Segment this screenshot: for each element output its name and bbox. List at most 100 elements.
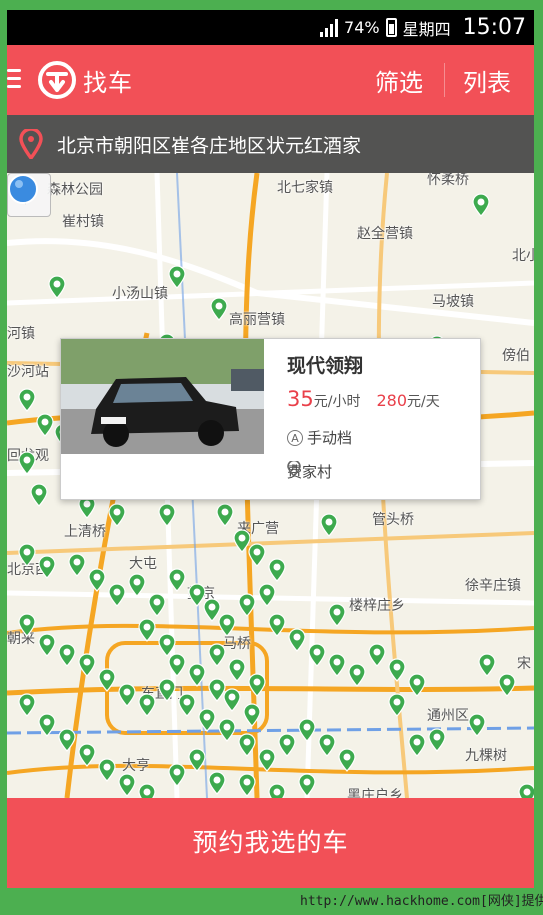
car-marker-icon[interactable] (407, 673, 427, 697)
car-marker-icon[interactable] (107, 583, 127, 607)
map-place-label: 怀柔桥 (427, 173, 469, 188)
car-marker-icon[interactable] (47, 275, 67, 299)
car-marker-icon[interactable] (327, 603, 347, 627)
car-marker-icon[interactable] (257, 748, 277, 772)
car-marker-icon[interactable] (117, 773, 137, 797)
car-marker-icon[interactable] (167, 653, 187, 677)
car-marker-icon[interactable] (207, 643, 227, 667)
map-place-label: 傍伯 (502, 348, 530, 364)
car-marker-icon[interactable] (387, 658, 407, 682)
map-place-label: 马坡镇 (432, 294, 474, 310)
current-location-marker (8, 174, 38, 204)
car-marker-icon[interactable] (157, 503, 177, 527)
car-marker-icon[interactable] (287, 628, 307, 652)
map-place-label: 森林公园 (47, 182, 103, 198)
address-bar[interactable]: 北京市朝阳区崔各庄地区状元红酒家 (7, 115, 534, 173)
car-marker-icon[interactable] (307, 643, 327, 667)
car-marker-icon[interactable] (222, 688, 242, 712)
car-marker-icon[interactable] (207, 771, 227, 795)
car-marker-icon[interactable] (317, 733, 337, 757)
car-marker-icon[interactable] (97, 758, 117, 782)
car-marker-icon[interactable] (77, 653, 97, 677)
car-marker-icon[interactable] (57, 643, 77, 667)
car-marker-icon[interactable] (347, 663, 367, 687)
menu-icon[interactable] (7, 69, 21, 89)
battery-icon (385, 18, 397, 37)
map-view[interactable]: 森林公园 怀柔桥 北七家镇 崔村镇 赵全营镇 北小 小汤山镇 马坡镇 高丽营镇 … (7, 173, 534, 798)
app-logo-icon (38, 61, 76, 99)
car-marker-icon[interactable] (35, 413, 55, 437)
car-marker-icon[interactable] (297, 773, 317, 797)
map-pin-icon (19, 129, 43, 159)
car-marker-icon[interactable] (237, 593, 257, 617)
car-marker-icon[interactable] (107, 503, 127, 527)
car-marker-icon[interactable] (247, 673, 267, 697)
car-marker-icon[interactable] (327, 653, 347, 677)
car-marker-icon[interactable] (17, 388, 37, 412)
car-marker-icon[interactable] (17, 543, 37, 567)
car-marker-icon[interactable] (242, 703, 262, 727)
car-marker-icon[interactable] (37, 633, 57, 657)
car-marker-icon[interactable] (319, 513, 339, 537)
list-button[interactable]: 列表 (463, 63, 511, 98)
car-marker-icon[interactable] (209, 297, 229, 321)
car-marker-icon[interactable] (87, 568, 107, 592)
car-marker-icon[interactable] (57, 728, 77, 752)
car-marker-icon[interactable] (197, 708, 217, 732)
car-marker-icon[interactable] (17, 693, 37, 717)
car-marker-icon[interactable] (147, 593, 167, 617)
car-marker-icon[interactable] (137, 783, 157, 798)
filter-button[interactable]: 筛选 (375, 63, 423, 98)
car-marker-icon[interactable] (497, 673, 517, 697)
car-marker-icon[interactable] (137, 693, 157, 717)
phone-screen: 74% 星期四 15:07 找车 筛选 列表 森林公园 怀柔桥 北七家镇 崔村镇… (7, 10, 534, 888)
car-marker-icon[interactable] (387, 693, 407, 717)
car-marker-icon[interactable] (407, 733, 427, 757)
car-marker-icon[interactable] (367, 643, 387, 667)
hourly-price: 35 (287, 387, 314, 411)
car-marker-icon[interactable] (17, 451, 37, 475)
book-selected-car-button[interactable]: 预约我选的车 (7, 798, 534, 888)
car-marker-icon[interactable] (217, 613, 237, 637)
car-marker-icon[interactable] (471, 193, 491, 217)
map-place-label: 九棵树 (465, 748, 507, 764)
car-marker-icon[interactable] (167, 763, 187, 787)
car-marker-icon[interactable] (517, 783, 534, 798)
car-marker-icon[interactable] (267, 558, 287, 582)
appbar-divider (444, 63, 445, 97)
car-marker-icon[interactable] (177, 693, 197, 717)
car-marker-icon[interactable] (237, 773, 257, 797)
car-marker-icon[interactable] (97, 668, 117, 692)
car-marker-icon[interactable] (237, 733, 257, 757)
car-marker-icon[interactable] (227, 658, 247, 682)
car-marker-icon[interactable] (37, 713, 57, 737)
car-marker-icon[interactable] (187, 748, 207, 772)
car-marker-icon[interactable] (187, 663, 207, 687)
car-marker-icon[interactable] (137, 618, 157, 642)
car-marker-icon[interactable] (29, 483, 49, 507)
car-marker-icon[interactable] (337, 748, 357, 772)
car-marker-icon[interactable] (427, 728, 447, 752)
car-marker-icon[interactable] (277, 733, 297, 757)
car-marker-icon[interactable] (247, 543, 267, 567)
car-marker-icon[interactable] (297, 718, 317, 742)
car-marker-icon[interactable] (477, 653, 497, 677)
car-info-popup[interactable]: 现代领翔 35元/小时 280元/天 A 手动档 费家村 (60, 338, 481, 500)
car-marker-icon[interactable] (167, 265, 187, 289)
price-row: 35元/小时 280元/天 (287, 387, 440, 411)
map-place-label: 楼梓庄乡 (349, 598, 405, 614)
car-marker-icon[interactable] (37, 555, 57, 579)
car-marker-icon[interactable] (267, 783, 287, 798)
car-marker-icon[interactable] (17, 613, 37, 637)
car-marker-icon[interactable] (77, 743, 97, 767)
car-marker-icon[interactable] (117, 683, 137, 707)
car-marker-icon[interactable] (267, 613, 287, 637)
car-marker-icon[interactable] (127, 573, 147, 597)
car-marker-icon[interactable] (157, 678, 177, 702)
car-marker-icon[interactable] (217, 718, 237, 742)
car-marker-icon[interactable] (67, 553, 87, 577)
car-marker-icon[interactable] (467, 713, 487, 737)
car-marker-icon[interactable] (167, 568, 187, 592)
car-marker-icon[interactable] (215, 503, 235, 527)
car-marker-icon[interactable] (257, 583, 277, 607)
